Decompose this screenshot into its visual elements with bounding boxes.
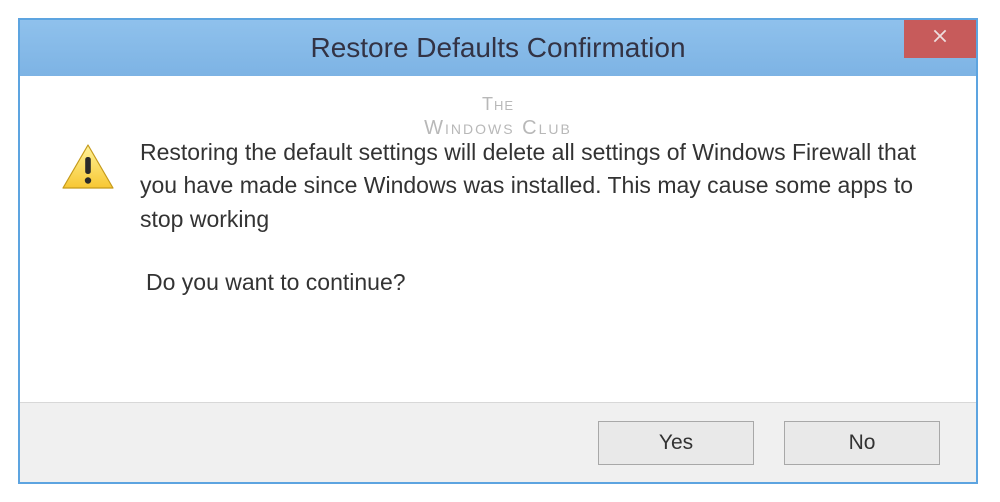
no-button[interactable]: No	[784, 421, 940, 465]
content-row: Restoring the default settings will dele…	[60, 136, 936, 299]
watermark-line1: The	[424, 94, 572, 116]
close-icon	[931, 27, 949, 51]
watermark: The Windows Club	[424, 94, 572, 140]
message-block: Restoring the default settings will dele…	[140, 136, 936, 299]
titlebar[interactable]: Restore Defaults Confirmation	[20, 20, 976, 76]
dialog-window: Restore Defaults Confirmation The Window…	[18, 18, 978, 484]
dialog-body: The Windows Club Restorin	[20, 76, 976, 402]
warning-icon	[60, 142, 116, 192]
titlebar-title: Restore Defaults Confirmation	[310, 32, 685, 64]
close-button[interactable]	[904, 20, 976, 58]
yes-button[interactable]: Yes	[598, 421, 754, 465]
message-para2: Do you want to continue?	[146, 266, 936, 299]
message-para1: Restoring the default settings will dele…	[140, 136, 936, 236]
button-bar: Yes No	[20, 402, 976, 482]
